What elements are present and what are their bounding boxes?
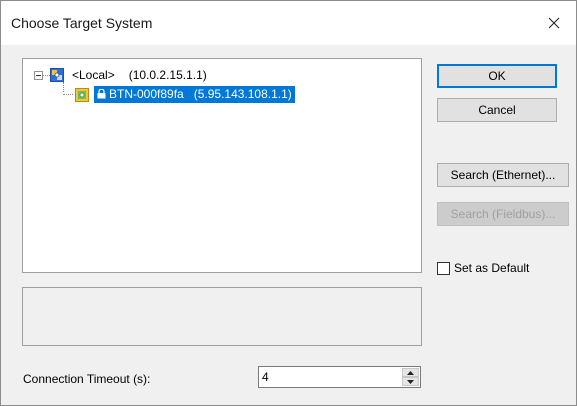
set-default-option[interactable]: Set as Default — [437, 261, 529, 275]
ok-button[interactable]: OK — [437, 64, 557, 88]
search-ethernet-button[interactable]: Search (Ethernet)... — [437, 163, 569, 187]
tree-connector — [63, 94, 73, 95]
lock-icon — [97, 89, 106, 99]
search-fieldbus-button: Search (Fieldbus)... — [437, 202, 569, 226]
triangle-down-icon — [407, 379, 414, 384]
remote-system-icon — [75, 87, 89, 102]
title-bar: Choose Target System — [1, 1, 576, 45]
target-tree[interactable]: <Local> (10.0.2.15.1.1) BTN-000f89fa (5.… — [22, 58, 422, 273]
choose-target-dialog: Choose Target System <Local> (10.0.2.15.… — [0, 0, 577, 406]
tree-node-local[interactable]: <Local> (10.0.2.15.1.1) — [34, 68, 207, 82]
computer-icon — [50, 68, 64, 82]
close-button[interactable] — [532, 1, 576, 45]
btn-address: (5.95.143.108.1.1) — [193, 87, 292, 101]
tree-node-btn[interactable]: BTN-000f89fa (5.95.143.108.1.1) — [63, 86, 295, 103]
set-default-checkbox[interactable] — [437, 261, 450, 275]
set-default-label: Set as Default — [454, 261, 530, 275]
selected-target[interactable]: BTN-000f89fa (5.95.143.108.1.1) — [94, 86, 295, 103]
timeout-value[interactable]: 4 — [262, 370, 269, 384]
spin-down-button[interactable] — [402, 377, 419, 386]
info-panel — [22, 287, 422, 346]
spin-buttons — [402, 368, 419, 386]
triangle-up-icon — [407, 370, 414, 375]
timeout-spinbox[interactable]: 4 — [258, 366, 421, 388]
spin-up-button[interactable] — [402, 368, 419, 377]
collapse-toggle-icon[interactable] — [34, 70, 43, 80]
timeout-label: Connection Timeout (s): — [23, 372, 151, 386]
local-address: (10.0.2.15.1.1) — [128, 68, 207, 82]
close-icon — [548, 17, 560, 29]
btn-label: BTN-000f89fa — [109, 87, 184, 101]
tree-connector — [43, 74, 50, 76]
window-title: Choose Target System — [11, 15, 153, 31]
local-label: <Local> — [72, 68, 115, 82]
cancel-button[interactable]: Cancel — [437, 98, 557, 122]
